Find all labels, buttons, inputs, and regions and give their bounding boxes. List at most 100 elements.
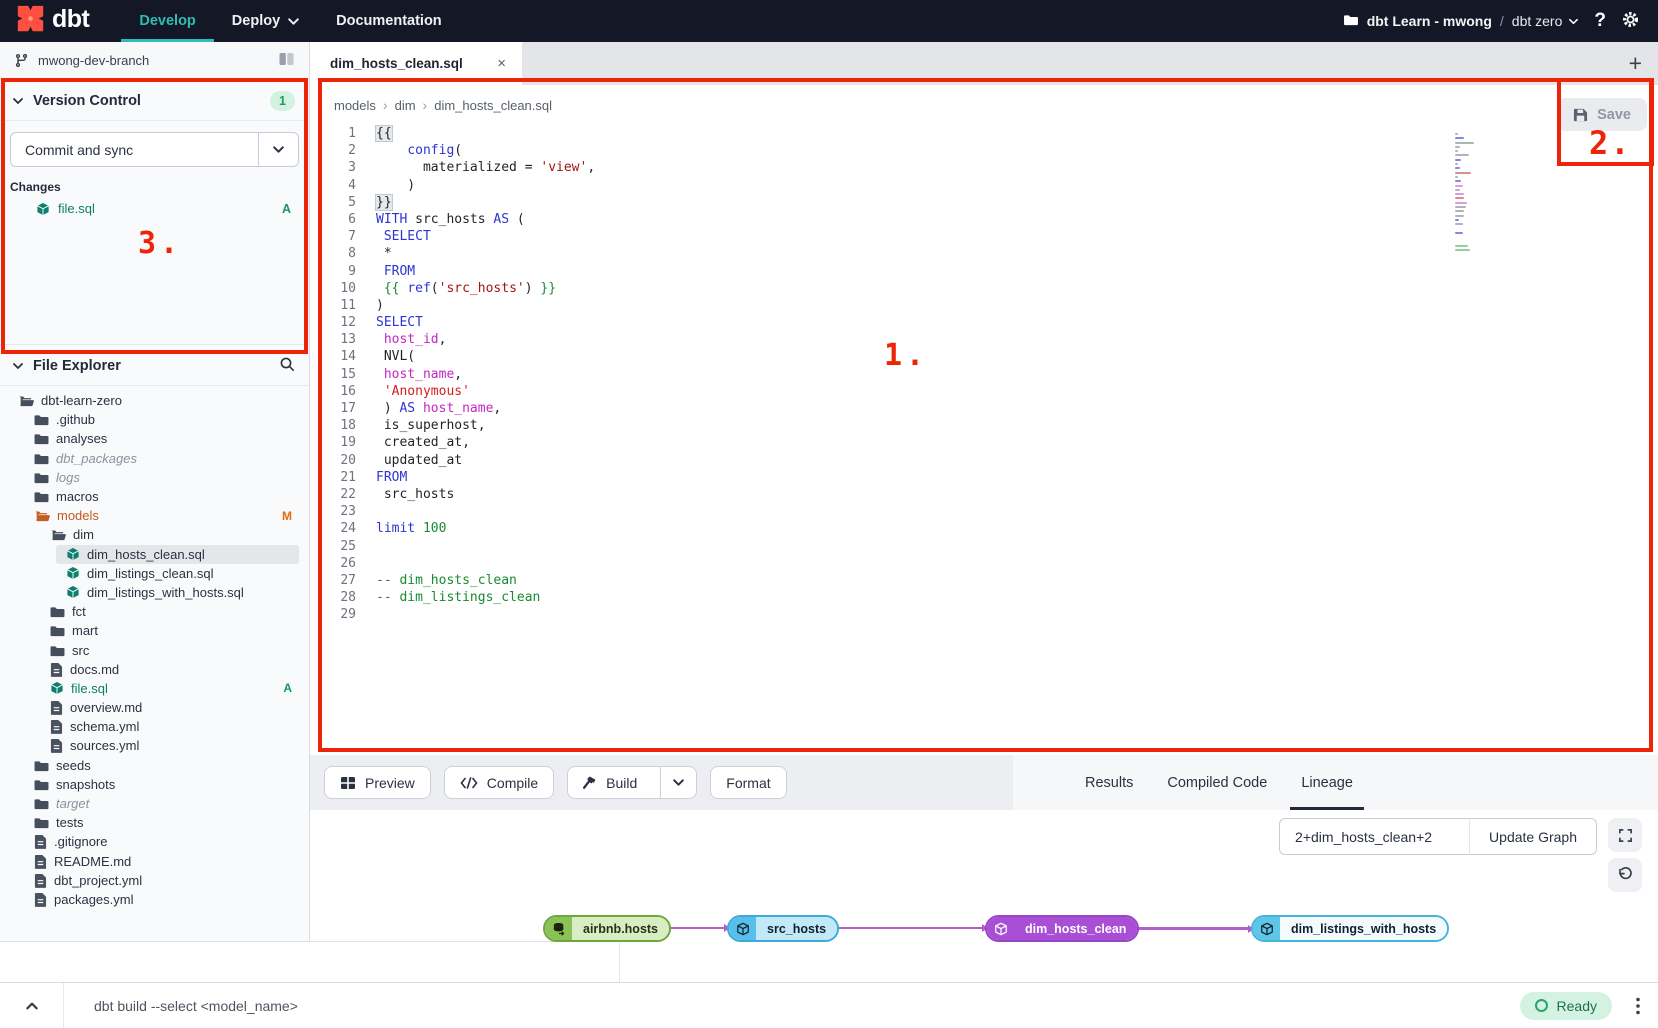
code-line[interactable]: 16 'Anonymous': [310, 383, 1658, 400]
tree-item-dim[interactable]: dim: [0, 525, 309, 544]
code-line[interactable]: 19 created_at,: [310, 434, 1658, 451]
code-line[interactable]: 22 src_hosts: [310, 486, 1658, 503]
breadcrumb-segment[interactable]: models: [334, 98, 376, 113]
code-area[interactable]: 1{{2 config(3 materialized = 'view',4 )5…: [310, 125, 1658, 755]
tree-item-models[interactable]: modelsM: [0, 506, 309, 525]
chevron-down-icon[interactable]: [12, 360, 24, 372]
tab-compiled-code[interactable]: Compiled Code: [1150, 755, 1284, 810]
tree-item-macros[interactable]: macros: [0, 487, 309, 506]
code-line[interactable]: 9 FROM: [310, 263, 1658, 280]
tree-item-packages-yml[interactable]: packages.yml: [0, 890, 309, 909]
lineage-node-src-hosts[interactable]: src_hosts: [727, 915, 839, 942]
tree-item-fct[interactable]: fct: [0, 602, 309, 621]
search-icon[interactable]: [279, 356, 295, 376]
command-drawer-toggle[interactable]: [0, 983, 64, 1028]
code-line[interactable]: 15 host_name,: [310, 366, 1658, 383]
code-line[interactable]: 25: [310, 538, 1658, 555]
tab-results[interactable]: Results: [1068, 755, 1150, 810]
breadcrumb-segment[interactable]: dim_hosts_clean.sql: [434, 98, 552, 113]
code-line[interactable]: 23: [310, 503, 1658, 520]
tree-item-sources-yml[interactable]: sources.yml: [0, 736, 309, 755]
tree-item-file-sql[interactable]: file.sqlA: [0, 679, 309, 698]
tree-item-label: dbt_packages: [56, 451, 137, 466]
docs-panel-icon[interactable]: [278, 52, 295, 69]
kebab-menu[interactable]: [1636, 997, 1640, 1015]
tree-item-schema-yml[interactable]: schema.yml: [0, 717, 309, 736]
code-line[interactable]: 28-- dim_listings_clean: [310, 589, 1658, 606]
code-line[interactable]: 11): [310, 297, 1658, 314]
nav-item-develop[interactable]: Develop: [121, 0, 213, 42]
code-line[interactable]: 10 {{ ref('src_hosts') }}: [310, 280, 1658, 297]
compile-button[interactable]: Compile: [444, 766, 554, 799]
lineage-node-dim-listings-with-hosts[interactable]: dim_listings_with_hosts: [1251, 915, 1449, 942]
settings-gear-icon[interactable]: [1621, 10, 1640, 32]
tree-item-label: macros: [56, 489, 99, 504]
tree-item--gitignore[interactable]: .gitignore: [0, 832, 309, 851]
button-label: Build: [606, 775, 637, 791]
branch-selector[interactable]: mwong-dev-branch: [0, 42, 309, 80]
nav-item-documentation[interactable]: Documentation: [318, 0, 460, 42]
code-line[interactable]: 29: [310, 606, 1658, 623]
tree-item-analyses[interactable]: analyses: [0, 429, 309, 448]
lineage-node-dim-hosts-clean[interactable]: dim_hosts_clean: [985, 915, 1139, 942]
code-line[interactable]: 27-- dim_hosts_clean: [310, 572, 1658, 589]
format-button[interactable]: Format: [710, 766, 786, 799]
environment-dropdown[interactable]: dbt zero: [1512, 13, 1580, 29]
tree-item-dbt-packages[interactable]: dbt_packages: [0, 449, 309, 468]
reset-view-button[interactable]: [1608, 858, 1642, 892]
code-text: FROM: [356, 469, 407, 486]
tree-item-mart[interactable]: mart: [0, 621, 309, 640]
tree-item-dim-listings-with-hosts-sql[interactable]: dim_listings_with_hosts.sql: [0, 583, 309, 602]
commit-options-chevron[interactable]: [258, 133, 298, 166]
tree-item-logs[interactable]: logs: [0, 468, 309, 487]
minimap-line: [1455, 219, 1459, 221]
code-line[interactable]: 26: [310, 555, 1658, 572]
update-graph-button[interactable]: Update Graph: [1470, 818, 1597, 855]
tree-item-label: packages.yml: [54, 892, 133, 907]
tree-item--github[interactable]: .github: [0, 410, 309, 429]
command-input[interactable]: dbt build --select <model_name>: [64, 998, 298, 1014]
tree-item-docs-md[interactable]: docs.md: [0, 660, 309, 679]
code-line[interactable]: 13 host_id,: [310, 331, 1658, 348]
code-line[interactable]: 14 NVL(: [310, 348, 1658, 365]
code-line[interactable]: 18 is_superhost,: [310, 417, 1658, 434]
tree-item-snapshots[interactable]: snapshots: [0, 775, 309, 794]
tree-item-target[interactable]: target: [0, 794, 309, 813]
commit-and-sync-button[interactable]: Commit and sync: [10, 132, 299, 167]
tree-item-readme-md[interactable]: README.md: [0, 852, 309, 871]
preview-button[interactable]: Preview: [324, 766, 431, 799]
tree-item-overview-md[interactable]: overview.md: [0, 698, 309, 717]
new-tab-button[interactable]: +: [1629, 50, 1658, 77]
lineage-node-airbnb-hosts[interactable]: airbnb.hosts: [543, 915, 671, 942]
build-options-chevron[interactable]: [660, 767, 696, 798]
breadcrumb-segment[interactable]: dim: [395, 98, 416, 113]
tree-item-dim-listings-clean-sql[interactable]: dim_listings_clean.sql: [0, 564, 309, 583]
changed-file-row[interactable]: file.sqlA: [0, 199, 309, 218]
tab-lineage[interactable]: Lineage: [1284, 755, 1370, 810]
code-editor[interactable]: models›dim›dim_hosts_clean.sql Save 1{{2…: [310, 85, 1658, 755]
build-button[interactable]: Build: [567, 766, 697, 799]
tree-item-dbt-learn-zero[interactable]: dbt-learn-zero: [0, 391, 309, 410]
minimap[interactable]: [1455, 133, 1479, 258]
nav-item-deploy[interactable]: Deploy: [214, 0, 318, 42]
tree-item-dbt-project-yml[interactable]: dbt_project.yml: [0, 871, 309, 890]
project-selector[interactable]: dbt Learn - mwong / dbt zero: [1343, 13, 1580, 29]
tree-item-seeds[interactable]: seeds: [0, 756, 309, 775]
dbt-logo[interactable]: dbt: [0, 0, 99, 42]
close-icon[interactable]: ×: [497, 55, 506, 72]
lineage-edge: [1122, 927, 1249, 930]
code-line[interactable]: 21FROM: [310, 469, 1658, 486]
lineage-selector-input[interactable]: [1279, 818, 1470, 855]
tree-item-label: target: [56, 796, 89, 811]
fullscreen-button[interactable]: [1608, 818, 1642, 852]
code-line[interactable]: 17 ) AS host_name,: [310, 400, 1658, 417]
tree-item-src[interactable]: src: [0, 640, 309, 659]
tab-dim-hosts-clean[interactable]: dim_hosts_clean.sql ×: [310, 42, 522, 85]
code-line[interactable]: 20 updated_at: [310, 452, 1658, 469]
chevron-down-icon[interactable]: [12, 95, 24, 107]
code-line[interactable]: 24limit 100: [310, 520, 1658, 537]
tree-item-tests[interactable]: tests: [0, 813, 309, 832]
tree-item-dim-hosts-clean-sql[interactable]: dim_hosts_clean.sql: [56, 545, 299, 564]
code-line[interactable]: 12SELECT: [310, 314, 1658, 331]
help-button[interactable]: ?: [1594, 10, 1606, 32]
